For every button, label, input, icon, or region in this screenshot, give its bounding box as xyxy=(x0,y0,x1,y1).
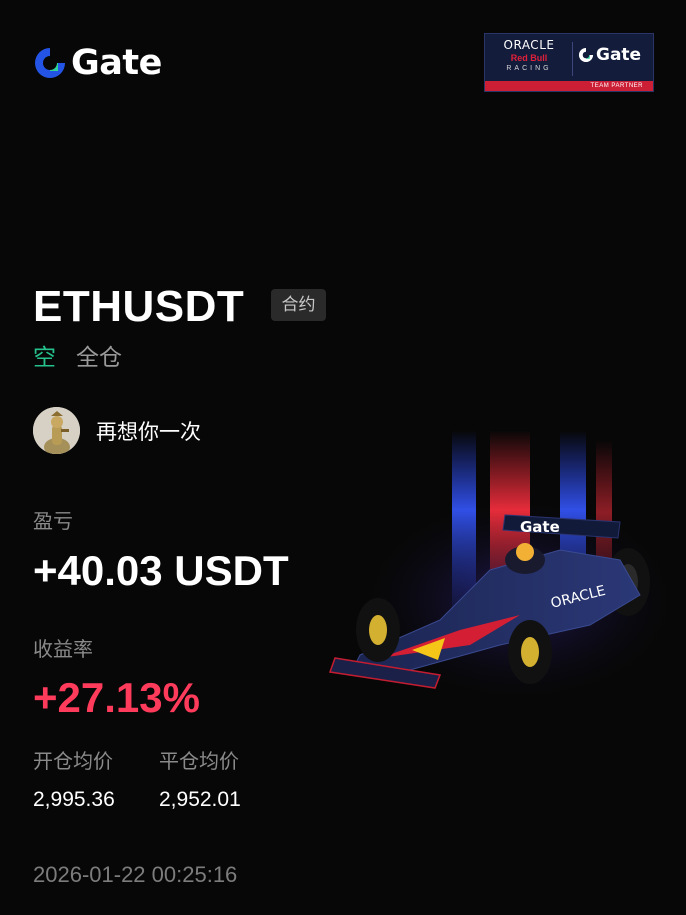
brand-name: Gate xyxy=(71,43,162,83)
pnl-label: 盈亏 xyxy=(33,509,73,533)
avatar xyxy=(33,407,80,454)
car-wing-logo: Gate xyxy=(520,518,560,536)
timestamp: 2026-01-22 00:25:16 xyxy=(33,862,238,887)
team-partner-badge: ORACLE Red Bull RACING Gate TEAM PARTNER xyxy=(484,33,654,92)
oracle-text: ORACLE xyxy=(503,38,555,52)
open-price-value: 2,995.36 xyxy=(33,788,115,811)
partner-gate-text: Gate xyxy=(596,45,642,65)
avatar-icon xyxy=(33,407,80,454)
contract-tag: 合约 xyxy=(271,289,326,321)
badge-divider xyxy=(572,42,573,76)
race-car-image: Gate ORACLE xyxy=(328,430,686,710)
pnl-value: +40.03 USDT xyxy=(33,547,289,594)
partner-gate-logo: Gate xyxy=(578,45,641,65)
open-price-label: 开仓均价 xyxy=(33,749,113,773)
racing-text: RACING xyxy=(506,65,552,72)
username: 再想你一次 xyxy=(96,420,201,444)
position-side: 空 xyxy=(33,345,56,371)
roi-label: 收益率 xyxy=(33,637,93,661)
redbull-text: Red Bull xyxy=(510,53,548,63)
share-card: Gate ORACLE Red Bull RACING Gate TEAM PA… xyxy=(0,0,686,915)
trading-pair: ETHUSDT xyxy=(33,282,245,331)
close-price-label: 平仓均价 xyxy=(159,749,239,773)
margin-mode: 全仓 xyxy=(76,345,122,371)
gate-logo-icon xyxy=(35,48,65,78)
gate-logo: Gate xyxy=(33,44,162,82)
close-price-value: 2,952.01 xyxy=(159,788,241,811)
roi-value: +27.13% xyxy=(33,674,200,721)
oracle-redbull-logo: ORACLE Red Bull RACING xyxy=(493,39,565,72)
team-partner-ribbon: TEAM PARTNER xyxy=(485,81,653,91)
gate-logo-icon xyxy=(578,47,594,63)
